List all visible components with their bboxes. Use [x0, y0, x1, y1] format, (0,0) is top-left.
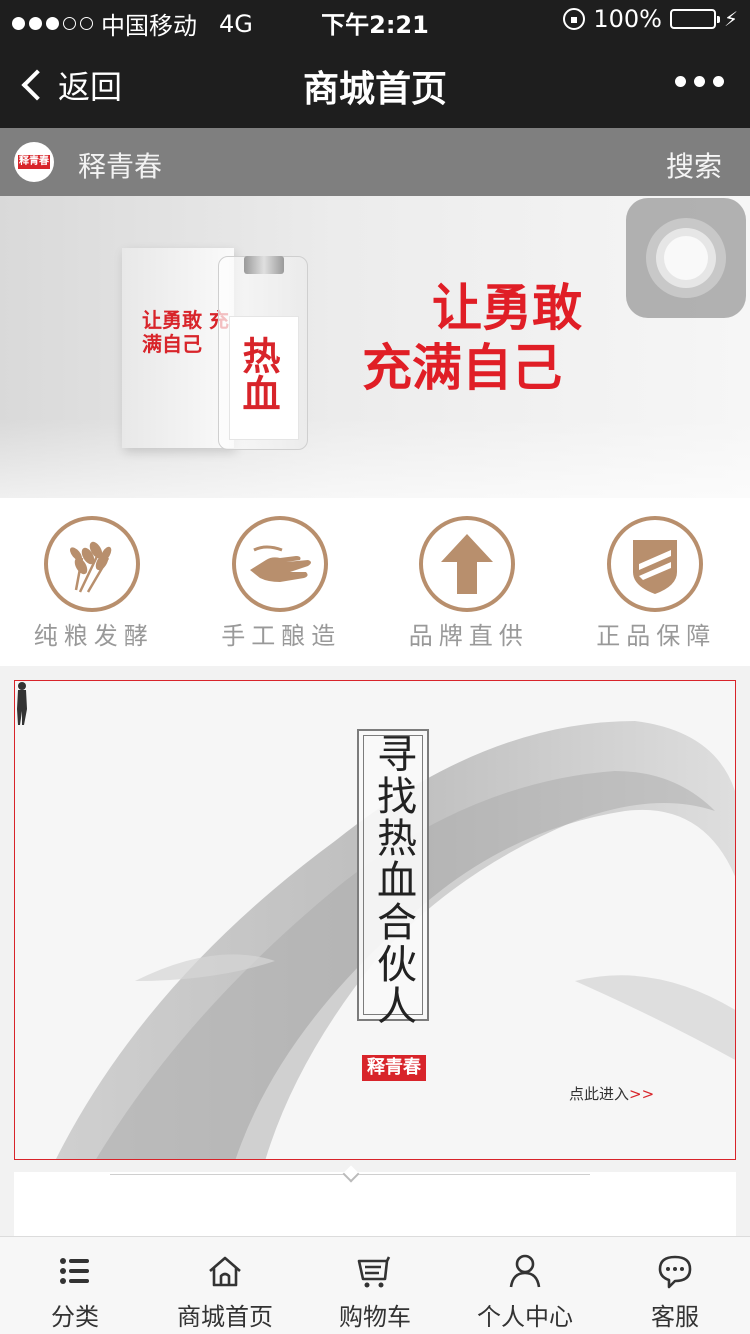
tab-profile[interactable]: 个人中心 — [450, 1237, 600, 1334]
more-options-icon[interactable] — [675, 76, 724, 87]
tab-label: 购物车 — [339, 1303, 411, 1331]
feature-label: 纯粮发酵 — [33, 622, 154, 650]
bottom-tab-bar: 分类 商城首页 购物车 个人中心 客服 — [0, 1236, 750, 1334]
shop-logo-mark: 释青春 — [18, 155, 50, 169]
up-arrow-icon — [419, 516, 515, 612]
feature-label: 品牌直供 — [408, 622, 529, 650]
tab-cart[interactable]: 购物车 — [300, 1237, 450, 1334]
navigation-bar: 返回 商城首页 — [0, 40, 750, 128]
feature-row: 纯粮发酵 手工酿造 品牌直供 正品保障 — [0, 498, 750, 666]
tab-home[interactable]: 商城首页 — [150, 1237, 300, 1334]
search-button[interactable]: 搜索 — [666, 145, 722, 185]
feature-label: 手工酿造 — [221, 622, 342, 650]
wheat-icon — [44, 516, 140, 612]
battery-percent: 100% — [593, 5, 662, 33]
status-right: 100% ⚡ — [563, 5, 738, 33]
tab-label: 客服 — [651, 1303, 699, 1331]
shop-header: 释青春 释青春 搜索 — [0, 128, 750, 196]
bottle-cap — [244, 256, 284, 274]
promo-title: 寻找热血合伙人 — [370, 733, 416, 1027]
feature-handmade[interactable]: 手工酿造 — [188, 498, 376, 666]
banner-slogan: 让勇敢 充满自己 — [362, 278, 582, 398]
shop-name[interactable]: 释青春 — [78, 145, 162, 185]
chevron-down-icon — [342, 1165, 360, 1183]
chat-icon — [658, 1255, 692, 1289]
content-strip — [14, 1165, 736, 1236]
status-bar: 中国移动 4G 下午2:21 100% ⚡ — [0, 0, 750, 40]
section-gap — [0, 666, 750, 680]
home-icon — [209, 1256, 241, 1287]
hand-icon — [231, 516, 328, 612]
enter-label: 点此进入 — [569, 1085, 630, 1103]
climber-figure — [17, 682, 27, 725]
cart-icon — [357, 1256, 391, 1288]
promo-brand-stamp: 释青春 — [362, 1055, 426, 1081]
recruit-partner-banner[interactable]: 寻找热血合伙人 释青春 点此进入>> — [14, 680, 736, 1160]
feature-grain-fermentation[interactable]: 纯粮发酵 — [0, 498, 188, 666]
shop-logo[interactable]: 释青春 — [14, 142, 54, 182]
assistive-touch-button[interactable] — [626, 198, 746, 318]
shield-icon — [606, 516, 703, 612]
tab-label: 商城首页 — [177, 1303, 273, 1331]
tab-customer-service[interactable]: 客服 — [600, 1237, 750, 1334]
feature-brand-direct[interactable]: 品牌直供 — [375, 498, 563, 666]
enter-link[interactable]: 点此进入>> — [569, 1083, 654, 1104]
charging-icon: ⚡ — [723, 7, 738, 31]
enter-arrows: >> — [629, 1085, 655, 1103]
orientation-lock-icon — [563, 8, 586, 30]
app-screen: 中国移动 4G 下午2:21 100% ⚡ 返回 商城首页 释青春 释青春 搜索 — [0, 0, 750, 1334]
banner-floor — [0, 418, 750, 498]
list-icon — [60, 1258, 89, 1284]
page-title: 商城首页 — [302, 69, 447, 110]
tab-label: 分类 — [51, 1303, 99, 1331]
person-icon — [509, 1254, 541, 1288]
banner-slogan-line2: 充满自己 — [362, 338, 562, 397]
banner-slogan-line1: 让勇敢 — [432, 278, 582, 337]
tab-category[interactable]: 分类 — [0, 1237, 150, 1334]
bottle-label-text: 热血 — [236, 336, 281, 412]
feature-label: 正品保障 — [596, 622, 717, 650]
feature-authentic-guarantee[interactable]: 正品保障 — [563, 498, 750, 666]
tab-label: 个人中心 — [477, 1303, 573, 1331]
battery-icon — [669, 9, 720, 29]
